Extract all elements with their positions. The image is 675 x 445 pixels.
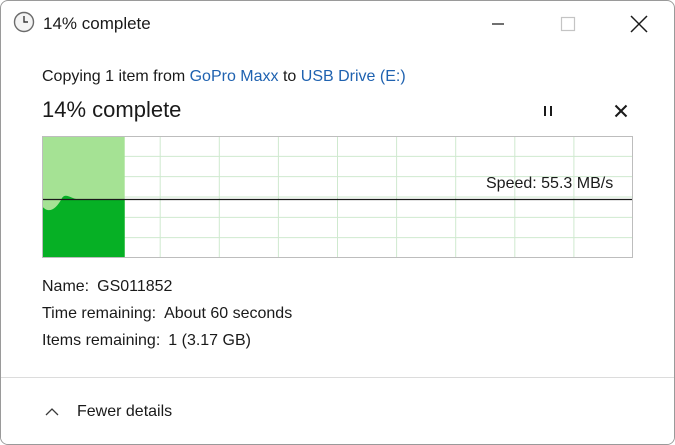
clock-icon <box>13 11 35 33</box>
minimize-button[interactable] <box>475 1 521 47</box>
speed-label: Speed: 55.3 MB/s <box>486 175 614 192</box>
graph-grid <box>42 136 633 258</box>
name-value: GS011852 <box>97 278 173 295</box>
detail-items-remaining: Items remaining: 1 (3.17 GB) <box>42 332 251 350</box>
copy-progress-dialog: 14% complete Copying 1 item from GoPro M… <box>0 0 675 445</box>
time-remaining-value: About 60 seconds <box>164 305 293 322</box>
maximize-button[interactable] <box>545 1 591 47</box>
close-icon <box>614 104 628 118</box>
close-icon <box>630 15 648 33</box>
copying-connector: to <box>278 68 301 85</box>
close-window-button[interactable] <box>616 1 662 47</box>
title-bar: 14% complete <box>1 1 674 47</box>
maximize-icon <box>560 16 576 32</box>
fewer-details-button[interactable]: Fewer details <box>45 400 172 424</box>
cancel-button[interactable] <box>608 99 634 123</box>
pause-button[interactable] <box>535 99 561 123</box>
items-remaining-value: 1 (3.17 GB) <box>168 332 251 349</box>
window-title: 14% complete <box>43 14 151 33</box>
speed-graph <box>42 136 633 258</box>
fewer-details-label: Fewer details <box>77 403 173 420</box>
items-remaining-key: Items remaining: <box>42 332 161 349</box>
source-link[interactable]: GoPro Maxx <box>190 68 279 85</box>
name-key: Name: <box>42 278 90 295</box>
copying-prefix: Copying 1 item from <box>42 68 190 85</box>
time-remaining-key: Time remaining: <box>42 305 157 322</box>
detail-time-remaining: Time remaining: About 60 seconds <box>42 305 292 323</box>
chevron-up-icon <box>45 408 59 416</box>
detail-name: Name: GS011852 <box>42 278 172 296</box>
footer: Fewer details <box>1 378 674 444</box>
pause-icon <box>544 106 552 116</box>
copy-description: Copying 1 item from GoPro Maxx to USB Dr… <box>42 68 406 86</box>
percent-complete-heading: 14% complete <box>42 97 182 122</box>
destination-link[interactable]: USB Drive (E:) <box>301 68 406 85</box>
minimize-icon <box>492 23 504 25</box>
